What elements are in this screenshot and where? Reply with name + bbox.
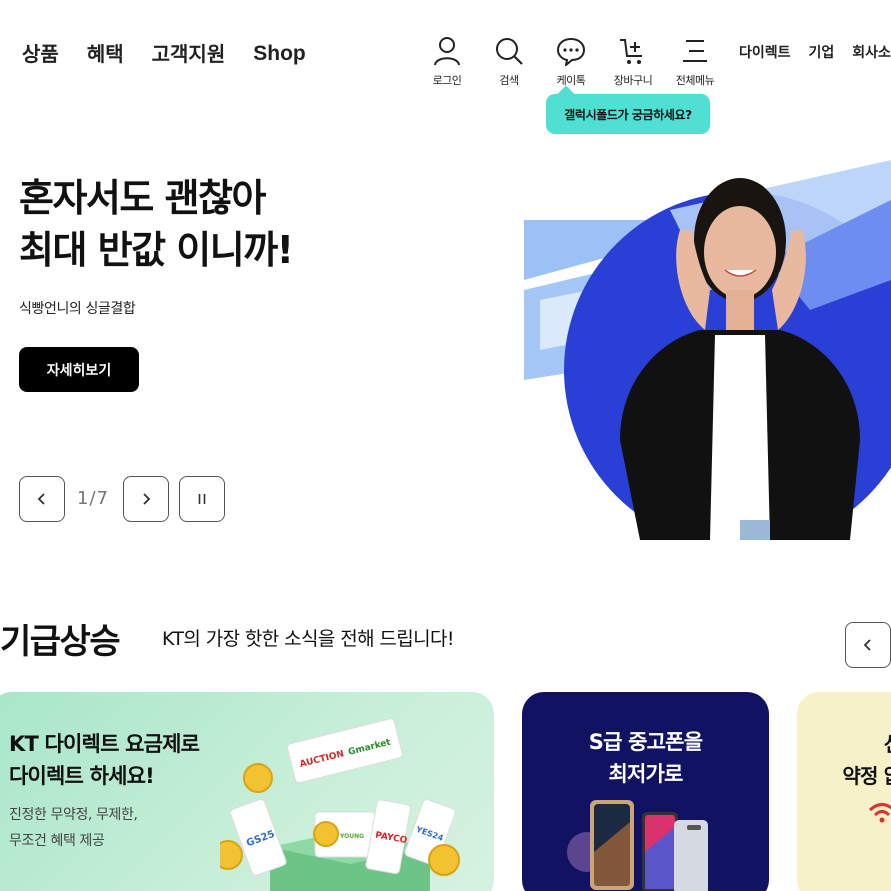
- card-desc-line2: 무조건 혜택 제공: [9, 833, 105, 849]
- phones-illustration: [567, 800, 708, 891]
- card-title-line2: 최저가로: [608, 762, 683, 786]
- search-icon: [496, 38, 523, 65]
- wifi-icon: [868, 803, 891, 823]
- hero-next-button[interactable]: [123, 476, 169, 522]
- card-title: 선물 약정 없이: [842, 728, 891, 792]
- hero-title-line2: 최대 반값 이니까!: [19, 228, 294, 272]
- promo-card-direct[interactable]: KT 다이렉트 요금제로 다이렉트 하세요! 진정한 무약정, 무제한, 무조건…: [0, 692, 494, 891]
- nav-support[interactable]: 고객지원: [152, 40, 226, 68]
- login-label: 로그인: [432, 74, 462, 87]
- card-title: S급 중고폰을 최저가로: [522, 726, 769, 790]
- hero-prev-button[interactable]: [19, 476, 65, 522]
- card-title-line2: 다이렉트 하세요!: [9, 764, 155, 788]
- search-label: 검색: [499, 74, 519, 87]
- all-menu-label: 전체메뉴: [675, 74, 715, 87]
- user-icon: [434, 37, 460, 66]
- card-title-line1: S급 중고폰을: [588, 730, 703, 754]
- login-button[interactable]: 로그인: [416, 36, 478, 88]
- main-nav: 상품 혜택 고객지원 Shop: [22, 40, 334, 68]
- utility-menu: 로그인 검색 케이톡 장바구니 전체메뉴: [416, 36, 726, 88]
- hero-banner-image: [520, 140, 891, 540]
- top-links: 다이렉트 기업 회사소개: [739, 42, 891, 62]
- hero-title-line1: 혼자서도 괜찮아: [19, 176, 266, 220]
- link-company[interactable]: 회사소개: [852, 42, 891, 62]
- card-title: KT 다이렉트 요금제로 다이렉트 하세요!: [9, 728, 200, 792]
- link-direct[interactable]: 다이렉트: [739, 42, 791, 62]
- card-description: 진정한 무약정, 무제한, 무조건 혜택 제공: [9, 802, 138, 854]
- promo-card-used-phone[interactable]: S급 중고폰을 최저가로: [522, 692, 769, 891]
- search-button[interactable]: 검색: [478, 36, 540, 88]
- chevron-right-icon: [143, 493, 151, 505]
- coupon-illustration: AUCTION Gmarket GS25 OLIVE YOUNG PAYCO Y…: [220, 718, 460, 891]
- link-business[interactable]: 기업: [809, 42, 835, 62]
- promo-card-gift[interactable]: 선물 약정 없이: [797, 692, 891, 891]
- section-subtitle: KT의 가장 핫한 소식을 전해 드립니다!: [162, 628, 455, 650]
- chat-icon: [556, 37, 586, 66]
- nav-products[interactable]: 상품: [22, 40, 59, 68]
- cart-label: 장바구니: [613, 74, 653, 87]
- cart-button[interactable]: 장바구니: [602, 36, 664, 88]
- section-prev-button[interactable]: [845, 622, 891, 668]
- hero-detail-button[interactable]: 자세히보기: [19, 347, 139, 392]
- pause-icon: [198, 494, 206, 504]
- ktalk-tooltip[interactable]: 갤럭시폴드가 궁금하세요?: [546, 94, 710, 134]
- all-menu-button[interactable]: 전체메뉴: [664, 36, 726, 88]
- nav-shop[interactable]: Shop: [253, 40, 306, 68]
- chevron-left-icon: [863, 639, 871, 651]
- cart-icon: [620, 39, 642, 64]
- section-title: 기급상승: [0, 622, 121, 662]
- card-title-line1: KT 다이렉트 요금제로: [9, 732, 200, 756]
- chevron-left-icon: [37, 493, 45, 505]
- hero-pause-button[interactable]: [179, 476, 225, 522]
- card-title-line1: 선물: [842, 728, 891, 760]
- header: 상품 혜택 고객지원 Shop 로그인 검색 케이톡 장바구니 전체메뉴 다이렉…: [0, 0, 891, 140]
- card-title-line2: 약정 없이: [842, 764, 891, 788]
- hero-subtitle: 식빵언니의 싱글결합: [19, 301, 136, 317]
- nav-benefits[interactable]: 혜택: [87, 40, 124, 68]
- ktalk-button[interactable]: 케이톡: [540, 36, 602, 88]
- menu-icon: [683, 40, 707, 62]
- ktalk-label: 케이톡: [556, 74, 586, 87]
- card-desc-line1: 진정한 무약정, 무제한,: [9, 807, 138, 823]
- hero-slide-counter: 1/7: [77, 488, 109, 509]
- hero-title: 혼자서도 괜찮아 최대 반값 이니까!: [19, 172, 294, 276]
